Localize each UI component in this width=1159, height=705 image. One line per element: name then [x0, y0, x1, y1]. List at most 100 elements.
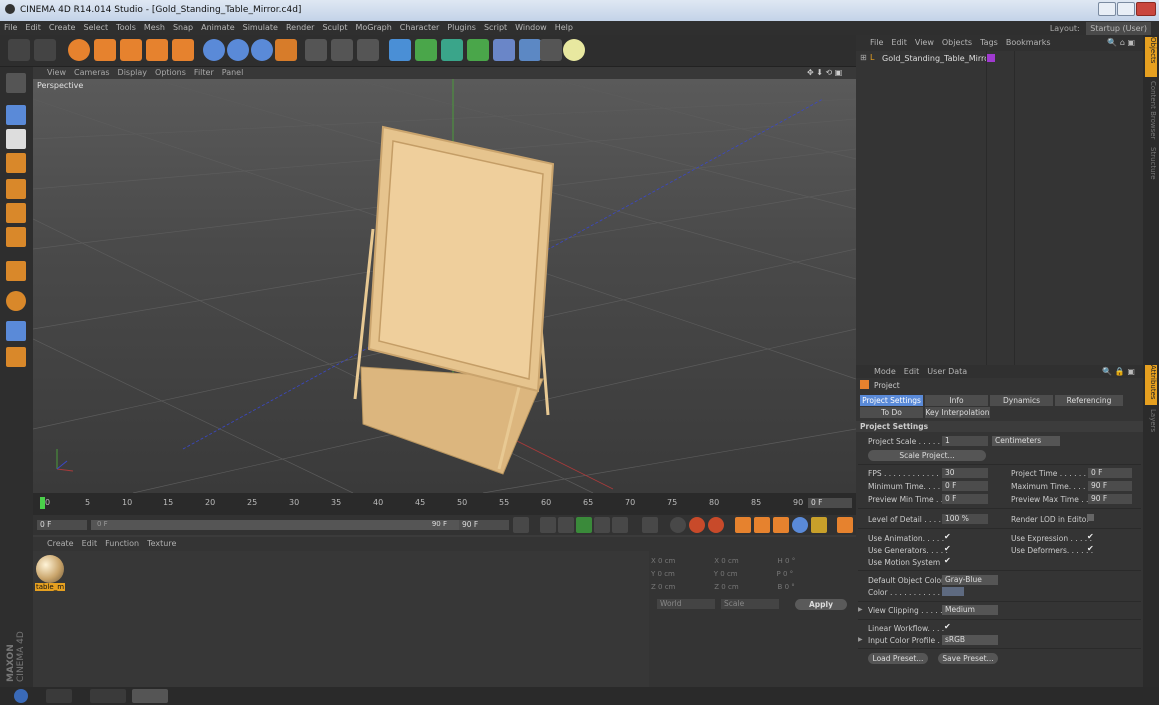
taskbar-app-icon[interactable]: [46, 689, 72, 703]
tab-key-interpolation[interactable]: Key Interpolation: [925, 407, 990, 418]
max-time-field[interactable]: 90 F: [1088, 481, 1132, 491]
spline-icon[interactable]: [415, 39, 437, 61]
menu-mesh[interactable]: Mesh: [140, 21, 169, 35]
menu-select[interactable]: Select: [79, 21, 112, 35]
menu-mograph[interactable]: MoGraph: [351, 21, 395, 35]
preview-min-field[interactable]: 0 F: [942, 494, 988, 504]
render-picture-viewer-icon[interactable]: [331, 39, 353, 61]
material-menu-edit[interactable]: Edit: [78, 537, 102, 551]
default-color-dropdown[interactable]: Gray-Blue: [942, 575, 998, 585]
menu-create[interactable]: Create: [45, 21, 80, 35]
material-swatch[interactable]: table_m: [35, 555, 65, 593]
viewport-menu-options[interactable]: Options: [151, 67, 190, 79]
object-manager-search-icon[interactable]: 🔍 ⌂ ▣: [1103, 35, 1139, 51]
object-menu-tags[interactable]: Tags: [976, 35, 1002, 51]
3d-viewport[interactable]: Perspective: [33, 79, 856, 493]
object-menu-objects[interactable]: Objects: [938, 35, 976, 51]
viewport-menu-display[interactable]: Display: [114, 67, 152, 79]
viewport-menu-panel[interactable]: Panel: [218, 67, 248, 79]
coord-position-z[interactable]: 0 cm: [658, 583, 712, 591]
use-animation-checkbox[interactable]: ✔: [944, 532, 951, 541]
use-motion-checkbox[interactable]: ✔: [944, 556, 951, 565]
menu-snap[interactable]: Snap: [169, 21, 197, 35]
project-scale-field[interactable]: 1: [942, 436, 988, 446]
viewport-nav-icon[interactable]: ✥ ⬇ ⟲ ▣: [803, 67, 846, 79]
workplane-icon[interactable]: [6, 321, 26, 341]
save-preset-button[interactable]: Save Preset...: [938, 653, 998, 664]
material-menu-create[interactable]: Create: [43, 537, 78, 551]
load-preset-button[interactable]: Load Preset...: [868, 653, 928, 664]
prev-frame-icon[interactable]: [558, 517, 574, 533]
lod-field[interactable]: 100 %: [942, 514, 988, 524]
viewport-menu-cameras[interactable]: Cameras: [70, 67, 114, 79]
object-menu-view[interactable]: View: [911, 35, 938, 51]
current-frame-field[interactable]: 0 F: [37, 520, 87, 530]
material-menu-function[interactable]: Function: [101, 537, 143, 551]
cube-icon[interactable]: [389, 39, 411, 61]
z-axis-icon[interactable]: [251, 39, 273, 61]
tab-referencing[interactable]: Referencing: [1055, 395, 1123, 406]
viewport-menu-filter[interactable]: Filter: [190, 67, 218, 79]
goto-start-icon[interactable]: [513, 517, 529, 533]
attr-menu-mode[interactable]: Mode: [870, 365, 900, 378]
taskbar-app-icon[interactable]: [132, 689, 168, 703]
coord-mode-dropdown[interactable]: Scale: [721, 599, 779, 609]
menu-edit[interactable]: Edit: [21, 21, 45, 35]
attr-menu-userdata[interactable]: User Data: [923, 365, 971, 378]
menu-help[interactable]: Help: [551, 21, 577, 35]
move-icon[interactable]: [94, 39, 116, 61]
min-time-field[interactable]: 0 F: [942, 481, 988, 491]
scale-icon[interactable]: [120, 39, 142, 61]
menu-simulate[interactable]: Simulate: [239, 21, 282, 35]
attr-menu-edit[interactable]: Edit: [900, 365, 924, 378]
fps-field[interactable]: 30: [942, 468, 988, 478]
color-swatch[interactable]: [942, 587, 964, 596]
tab-project-settings[interactable]: Project Settings: [860, 395, 923, 406]
undo-icon[interactable]: [8, 39, 30, 61]
edges-mode-icon[interactable]: [6, 203, 26, 223]
coord-position-x[interactable]: 0 cm: [658, 557, 712, 565]
view-clipping-dropdown[interactable]: Medium: [942, 605, 998, 615]
attr-search-icon[interactable]: 🔍 🔒 ▣: [1098, 365, 1139, 378]
coord-size-x[interactable]: 0 cm: [721, 557, 775, 565]
deformer-icon[interactable]: [493, 39, 515, 61]
use-deformers-checkbox[interactable]: ✔: [1087, 544, 1094, 553]
side-tab-content-browser[interactable]: Content Browser: [1145, 81, 1157, 143]
texture-mode-icon[interactable]: [6, 129, 26, 149]
menu-script[interactable]: Script: [480, 21, 511, 35]
preview-max-field[interactable]: 90 F: [1088, 494, 1132, 504]
taskbar-app-icon[interactable]: [90, 689, 126, 703]
linear-workflow-checkbox[interactable]: ✔: [944, 622, 951, 631]
menu-sculpt[interactable]: Sculpt: [318, 21, 351, 35]
rotate-icon[interactable]: [146, 39, 168, 61]
object-row[interactable]: ⊞ L Gold_Standing_Table_Mirror: [856, 53, 1143, 65]
tab-info[interactable]: Info: [925, 395, 988, 406]
end-frame-field[interactable]: 90 F: [459, 520, 509, 530]
timeline-ruler[interactable]: 0 5 10 15 20 25 30 35 40 45 50 55 60 65 …: [33, 493, 856, 515]
render-view-icon[interactable]: [305, 39, 327, 61]
menu-animate[interactable]: Animate: [197, 21, 239, 35]
use-generators-checkbox[interactable]: ✔: [944, 544, 951, 553]
position-key-icon[interactable]: [735, 517, 751, 533]
side-tab-attributes[interactable]: Attributes: [1145, 365, 1157, 405]
expand-arrow-icon[interactable]: ▶: [858, 636, 863, 643]
next-key-icon[interactable]: [612, 517, 628, 533]
light-icon[interactable]: [563, 39, 585, 61]
minimize-button[interactable]: [1098, 2, 1116, 16]
point-level-icon[interactable]: [811, 517, 827, 533]
side-tab-structure[interactable]: Structure: [1145, 147, 1157, 187]
goto-end-icon[interactable]: [642, 517, 658, 533]
start-button[interactable]: [14, 689, 28, 703]
rotation-key-icon[interactable]: [773, 517, 789, 533]
menu-plugins[interactable]: Plugins: [443, 21, 480, 35]
apply-button[interactable]: Apply: [795, 599, 847, 610]
material-menu-texture[interactable]: Texture: [143, 537, 180, 551]
record-keys-icon[interactable]: [670, 517, 686, 533]
render-settings-icon[interactable]: [357, 39, 379, 61]
object-menu-file[interactable]: File: [866, 35, 887, 51]
viewport-menu-view[interactable]: View: [43, 67, 70, 79]
maximize-button[interactable]: [1117, 2, 1135, 16]
coord-size-y[interactable]: 0 cm: [720, 570, 774, 578]
side-tab-objects[interactable]: Objects: [1145, 37, 1157, 77]
menu-file[interactable]: File: [0, 21, 21, 35]
